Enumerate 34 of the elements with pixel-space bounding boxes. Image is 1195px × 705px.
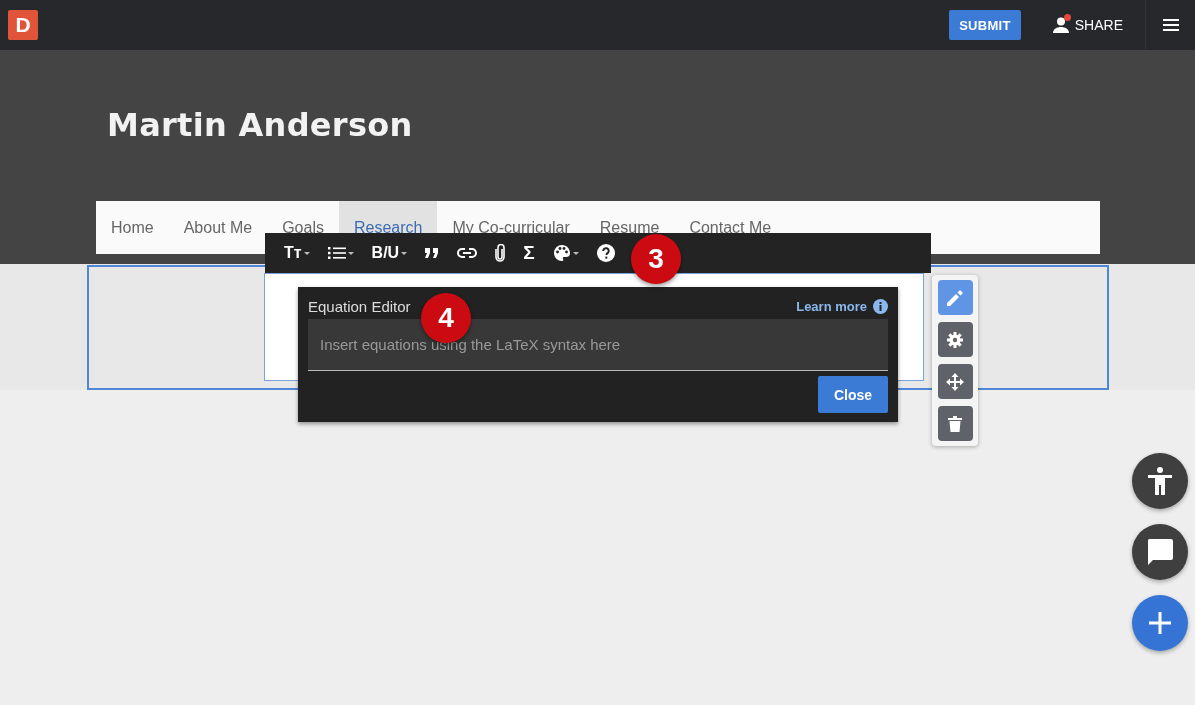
logo[interactable]: D — [8, 10, 38, 40]
settings-button[interactable] — [937, 322, 973, 357]
palette-icon — [552, 244, 571, 262]
move-button[interactable] — [937, 364, 973, 399]
help-icon — [596, 244, 615, 262]
pencil-icon — [947, 289, 963, 306]
accessibility-button[interactable] — [1132, 453, 1188, 509]
text-size-button[interactable]: Tт — [275, 233, 319, 273]
share-button[interactable]: SHARE — [1052, 17, 1123, 33]
paperclip-icon — [495, 244, 506, 262]
nav-tab[interactable]: About Me — [168, 201, 268, 254]
accessibility-icon — [1148, 467, 1172, 495]
sigma-button[interactable]: Σ — [514, 233, 544, 273]
chat-icon — [1146, 538, 1174, 566]
edit-button[interactable] — [937, 280, 973, 315]
person-icon — [1052, 17, 1069, 33]
move-icon — [946, 372, 964, 391]
link-icon — [457, 248, 478, 258]
nav-tab[interactable]: Home — [96, 201, 169, 254]
plus-icon — [1149, 612, 1171, 634]
close-button[interactable]: Close — [818, 376, 888, 413]
add-button[interactable] — [1132, 595, 1188, 651]
trash-icon — [948, 415, 962, 432]
menu-icon — [1162, 19, 1179, 31]
site-title: Martin Anderson — [107, 105, 414, 146]
settings-icon — [947, 331, 963, 348]
info-icon — [873, 298, 888, 314]
editor-title: Equation Editor — [308, 297, 411, 315]
chat-button[interactable] — [1132, 524, 1188, 580]
learn-more-link[interactable]: Learn more — [796, 298, 867, 314]
quote-icon — [425, 248, 440, 258]
list-icon — [327, 246, 346, 260]
delete-button[interactable] — [937, 406, 973, 441]
submit-button[interactable]: SUBMIT — [949, 10, 1021, 40]
